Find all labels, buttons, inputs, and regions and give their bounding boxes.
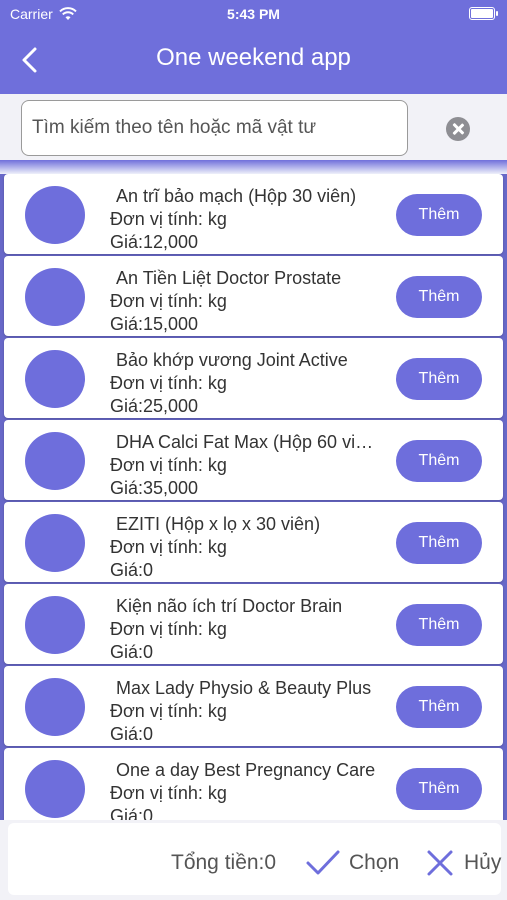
list-item[interactable]: EZITI (Hộp x lọ x 30 viên) Đơn vị tính: … bbox=[4, 502, 503, 582]
add-button[interactable]: Thêm bbox=[396, 358, 482, 400]
avatar bbox=[25, 268, 85, 326]
product-price: Giá:0 bbox=[110, 560, 154, 580]
add-button[interactable]: Thêm bbox=[396, 440, 482, 482]
status-time: 5:43 PM bbox=[227, 6, 280, 22]
choose-label: Chọn bbox=[349, 851, 400, 874]
product-name: Bảo khớp vương Joint Active bbox=[116, 350, 348, 370]
bottom-action-bar: Tổng tiền:0 Chọn Hủy bbox=[0, 820, 507, 900]
close-icon bbox=[427, 850, 453, 876]
product-name: One a day Best Pregnancy Care bbox=[116, 760, 376, 780]
product-price: Giá:15,000 bbox=[110, 314, 199, 334]
avatar bbox=[25, 760, 85, 818]
search-bar bbox=[0, 94, 507, 160]
product-name: EZITI (Hộp x lọ x 30 viên) bbox=[116, 514, 321, 534]
avatar bbox=[25, 186, 85, 244]
product-unit: Đơn vị tính: kg bbox=[110, 455, 227, 475]
avatar bbox=[25, 678, 85, 736]
product-price: Giá:25,000 bbox=[110, 396, 199, 416]
list-item[interactable]: An trĩ bảo mạch (Hộp 30 viên) Đơn vị tín… bbox=[4, 174, 503, 254]
product-name: DHA Calci Fat Max (Hộp 60 viên) bbox=[116, 432, 380, 452]
product-price: Giá:35,000 bbox=[110, 478, 199, 498]
product-price: Giá:0 bbox=[110, 724, 154, 744]
cancel-label: Hủy bbox=[464, 851, 502, 874]
choose-button[interactable]: Chọn bbox=[305, 845, 399, 881]
product-unit: Đơn vị tính: kg bbox=[110, 701, 227, 721]
page-title: One weekend app bbox=[156, 44, 351, 71]
product-unit: Đơn vị tính: kg bbox=[110, 783, 227, 803]
list-item[interactable]: Kiện não ích trí Doctor Brain Đơn vị tín… bbox=[4, 584, 503, 664]
clear-search-icon[interactable] bbox=[446, 117, 470, 141]
checkmark-icon bbox=[306, 850, 340, 875]
product-price: Giá:0 bbox=[110, 806, 154, 820]
product-unit: Đơn vị tính: kg bbox=[110, 373, 227, 393]
avatar bbox=[25, 596, 85, 654]
product-name: Kiện não ích trí Doctor Brain bbox=[116, 596, 343, 616]
avatar bbox=[25, 514, 85, 572]
add-button[interactable]: Thêm bbox=[396, 194, 482, 236]
action-bar-card: Tổng tiền:0 Chọn Hủy bbox=[8, 823, 501, 895]
add-button[interactable]: Thêm bbox=[396, 768, 482, 810]
total-amount: Tổng tiền:0 bbox=[171, 851, 277, 874]
status-bar: Carrier 5:43 PM bbox=[0, 0, 507, 28]
product-unit: Đơn vị tính: kg bbox=[110, 537, 227, 557]
add-button[interactable]: Thêm bbox=[396, 604, 482, 646]
product-name: An Tiền Liệt Doctor Prostate bbox=[116, 268, 342, 288]
list-item[interactable]: DHA Calci Fat Max (Hộp 60 viên) Đơn vị t… bbox=[4, 420, 503, 500]
product-unit: Đơn vị tính: kg bbox=[110, 209, 227, 229]
search-input[interactable] bbox=[21, 100, 408, 156]
header-gradient-band bbox=[0, 160, 507, 174]
list-item[interactable]: An Tiền Liệt Doctor Prostate Đơn vị tính… bbox=[4, 256, 503, 336]
avatar bbox=[25, 350, 85, 408]
list-item[interactable]: Max Lady Physio & Beauty Plus Đơn vị tín… bbox=[4, 666, 503, 746]
list-item[interactable]: Bảo khớp vương Joint Active Đơn vị tính:… bbox=[4, 338, 503, 418]
list-item[interactable]: One a day Best Pregnancy Care Đơn vị tín… bbox=[4, 748, 503, 820]
app-header: Carrier 5:43 PM One weekend app bbox=[0, 0, 507, 94]
avatar bbox=[25, 432, 85, 490]
product-price: Giá:0 bbox=[110, 642, 154, 662]
product-unit: Đơn vị tính: kg bbox=[110, 291, 227, 311]
product-name: An trĩ bảo mạch (Hộp 30 viên) bbox=[116, 186, 357, 206]
cancel-button[interactable]: Hủy bbox=[426, 845, 501, 881]
product-name: Max Lady Physio & Beauty Plus bbox=[116, 678, 372, 698]
battery-icon bbox=[469, 7, 498, 20]
product-list[interactable]: An trĩ bảo mạch (Hộp 30 viên) Đơn vị tín… bbox=[0, 174, 507, 820]
product-unit: Đơn vị tính: kg bbox=[110, 619, 227, 639]
add-button[interactable]: Thêm bbox=[396, 522, 482, 564]
product-price: Giá:12,000 bbox=[110, 232, 199, 252]
add-button[interactable]: Thêm bbox=[396, 686, 482, 728]
add-button[interactable]: Thêm bbox=[396, 276, 482, 318]
